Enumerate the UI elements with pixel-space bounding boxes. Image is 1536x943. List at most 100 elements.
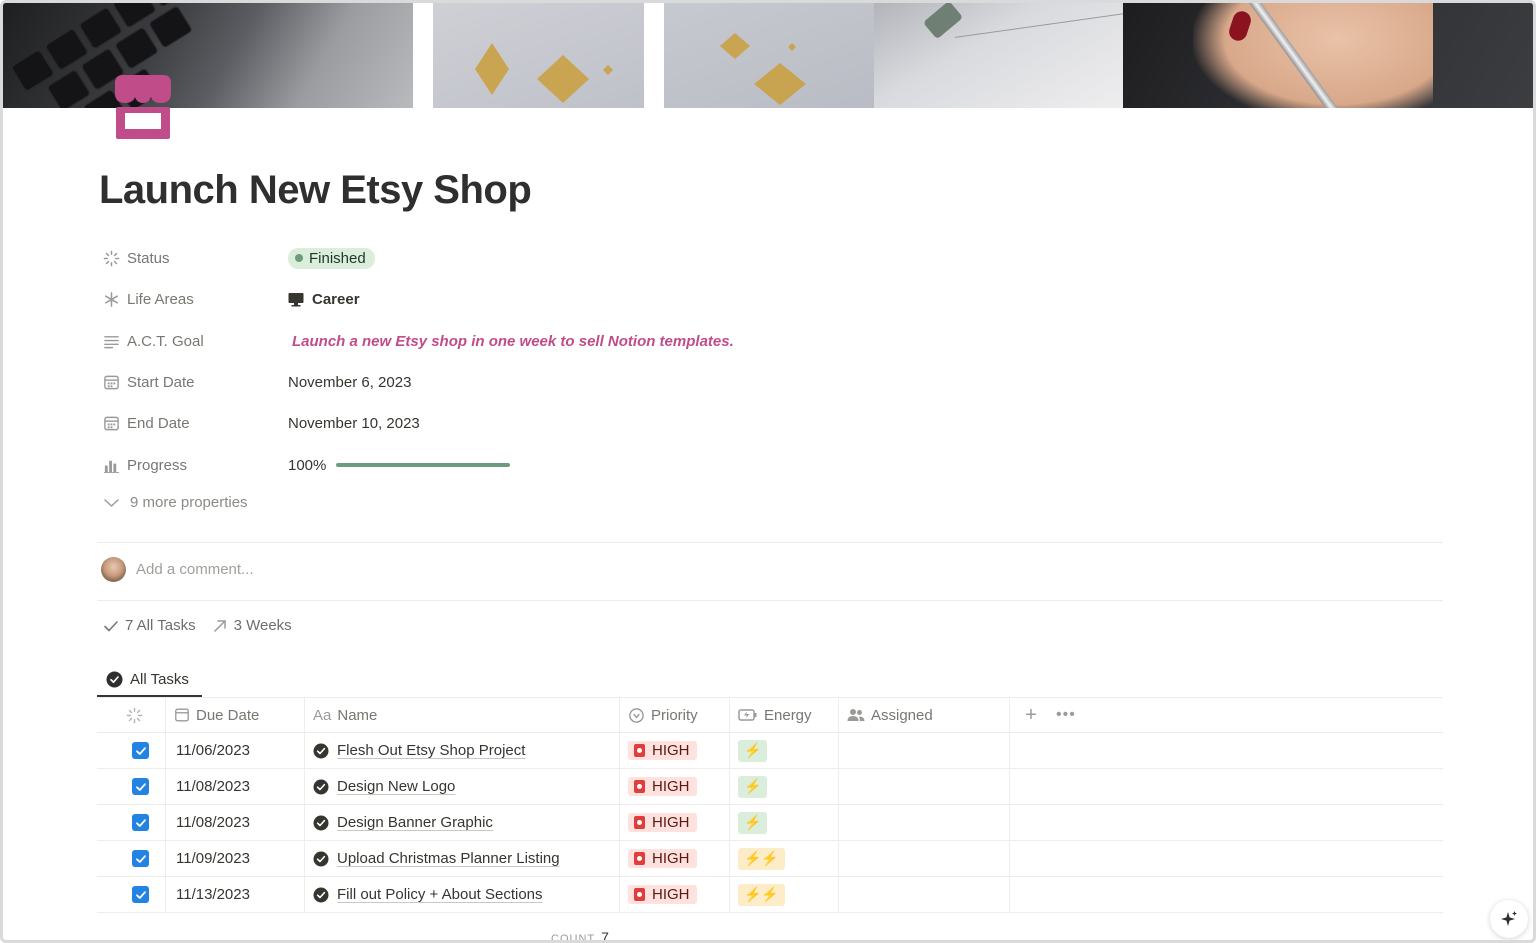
task-link[interactable]: Flesh Out Etsy Shop Project	[313, 742, 525, 759]
due-date-cell[interactable]: 11/08/2023	[166, 805, 305, 840]
table-row[interactable]: 11/06/2023 Flesh Out Etsy Shop Project H…	[97, 733, 1443, 769]
task-done-checkbox[interactable]	[132, 850, 149, 867]
assigned-cell[interactable]	[839, 877, 1010, 912]
priority-badge: HIGH	[628, 777, 697, 796]
energy-cell[interactable]: ⚡	[730, 769, 839, 804]
energy-cell[interactable]: ⚡⚡	[730, 877, 839, 912]
table-row[interactable]: 11/08/2023 Design New Logo HIGH ⚡	[97, 769, 1443, 805]
property-start-date[interactable]: Start Date November 6, 2023	[103, 370, 411, 394]
energy-cell[interactable]: ⚡	[730, 805, 839, 840]
select-circle-icon	[629, 707, 644, 723]
task-done-checkbox[interactable]	[132, 886, 149, 903]
property-life-areas[interactable]: Life Areas Career	[103, 287, 360, 311]
check-circle-icon	[106, 671, 123, 687]
column-energy[interactable]: Energy	[730, 698, 839, 732]
column-name[interactable]: Aa Name	[305, 698, 620, 732]
property-end-date[interactable]: End Date November 10, 2023	[103, 411, 420, 435]
divider	[97, 600, 1443, 601]
task-name-cell[interactable]: Fill out Policy + About Sections	[305, 877, 620, 912]
property-label: Progress	[127, 456, 188, 474]
column-status[interactable]	[97, 698, 166, 732]
task-name-cell[interactable]: Design Banner Graphic	[305, 805, 620, 840]
page-cover[interactable]	[3, 3, 1533, 108]
tab-all-tasks[interactable]: All Tasks	[97, 663, 202, 697]
relation-weeks[interactable]: 3 Weeks	[212, 617, 292, 634]
end-date-value[interactable]: November 10, 2023	[288, 415, 420, 432]
table-body: 11/06/2023 Flesh Out Etsy Shop Project H…	[97, 733, 1443, 913]
asterisk-icon	[104, 291, 119, 307]
task-name-cell[interactable]: Design New Logo	[305, 769, 620, 804]
priority-high-icon	[634, 816, 645, 829]
status-loader-icon	[126, 707, 143, 723]
column-priority[interactable]: Priority	[620, 698, 730, 732]
page-title[interactable]: Launch New Etsy Shop	[99, 168, 532, 213]
due-date-cell[interactable]: 11/06/2023	[166, 733, 305, 768]
checkmark-icon	[135, 782, 146, 791]
assigned-cell[interactable]	[839, 733, 1010, 768]
priority-cell[interactable]: HIGH	[620, 805, 730, 840]
priority-cell[interactable]: HIGH	[620, 877, 730, 912]
property-label: Start Date	[127, 373, 195, 391]
task-done-checkbox[interactable]	[132, 742, 149, 759]
task-name-cell[interactable]: Upload Christmas Planner Listing	[305, 841, 620, 876]
task-link[interactable]: Design Banner Graphic	[313, 814, 493, 831]
start-date-value[interactable]: November 6, 2023	[288, 374, 411, 391]
property-progress[interactable]: Progress 100%	[103, 453, 511, 477]
checkmark-icon	[135, 890, 146, 899]
priority-badge: HIGH	[628, 813, 697, 832]
property-label: Status	[127, 249, 170, 267]
task-done-checkbox[interactable]	[132, 778, 149, 795]
text-type-icon: Aa	[313, 706, 332, 724]
calendar-icon	[104, 416, 119, 430]
task-name-cell[interactable]: Flesh Out Etsy Shop Project	[305, 733, 620, 768]
act-goal-text[interactable]: Launch a new Etsy shop in one week to se…	[288, 333, 734, 350]
energy-cell[interactable]: ⚡⚡	[730, 841, 839, 876]
energy-badge: ⚡	[738, 739, 768, 762]
relation-all-tasks[interactable]: 7 All Tasks	[103, 617, 196, 634]
checkmark-icon	[135, 818, 146, 827]
arrow-up-right-icon	[213, 619, 226, 632]
due-date-cell[interactable]: 11/09/2023	[166, 841, 305, 876]
assigned-cell[interactable]	[839, 805, 1010, 840]
column-assigned[interactable]: Assigned	[839, 698, 1010, 732]
table-row[interactable]: 11/13/2023 Fill out Policy + About Secti…	[97, 877, 1443, 913]
due-date-cell[interactable]: 11/13/2023	[166, 877, 305, 912]
column-due-date[interactable]: Due Date	[166, 698, 305, 732]
checkmark-icon	[135, 746, 146, 755]
property-act-goal[interactable]: A.C.T. Goal Launch a new Etsy shop in on…	[103, 329, 734, 353]
progress-bar-fill	[336, 463, 511, 467]
table-row[interactable]: 11/08/2023 Design Banner Graphic HIGH ⚡	[97, 805, 1443, 841]
assigned-cell[interactable]	[839, 841, 1010, 876]
priority-cell[interactable]: HIGH	[620, 769, 730, 804]
check-circle-icon	[313, 851, 329, 866]
task-link[interactable]: Fill out Policy + About Sections	[313, 886, 543, 903]
check-circle-icon	[313, 743, 329, 758]
energy-cell[interactable]: ⚡	[730, 733, 839, 768]
battery-icon	[738, 709, 757, 721]
property-label: Life Areas	[127, 290, 194, 308]
divider	[97, 542, 1443, 543]
count-footer[interactable]: COUNT 7	[551, 929, 609, 940]
status-badge[interactable]: Finished	[288, 247, 375, 269]
due-date-cell[interactable]: 11/08/2023	[166, 769, 305, 804]
table-row[interactable]: 11/09/2023 Upload Christmas Planner List…	[97, 841, 1443, 877]
computer-icon	[288, 292, 304, 306]
more-options-icon[interactable]: •••	[1056, 706, 1076, 724]
add-column-icon[interactable]: +	[1020, 704, 1042, 727]
comment-input[interactable]: Add a comment...	[101, 557, 254, 582]
energy-badge: ⚡⚡	[738, 847, 785, 870]
priority-cell[interactable]: HIGH	[620, 733, 730, 768]
life-area-career-link[interactable]: Career	[288, 291, 360, 308]
calendar-icon	[175, 708, 189, 722]
task-link[interactable]: Design New Logo	[313, 778, 455, 795]
shop-icon[interactable]	[111, 73, 175, 141]
task-done-checkbox[interactable]	[132, 814, 149, 831]
more-properties-toggle[interactable]: 9 more properties	[103, 494, 248, 511]
assigned-cell[interactable]	[839, 769, 1010, 804]
property-label: End Date	[127, 414, 190, 432]
task-link[interactable]: Upload Christmas Planner Listing	[313, 850, 560, 867]
property-status[interactable]: Status Finished	[103, 246, 375, 270]
ai-assistant-button[interactable]	[1490, 900, 1528, 938]
bar-chart-icon	[103, 460, 120, 473]
priority-cell[interactable]: HIGH	[620, 841, 730, 876]
